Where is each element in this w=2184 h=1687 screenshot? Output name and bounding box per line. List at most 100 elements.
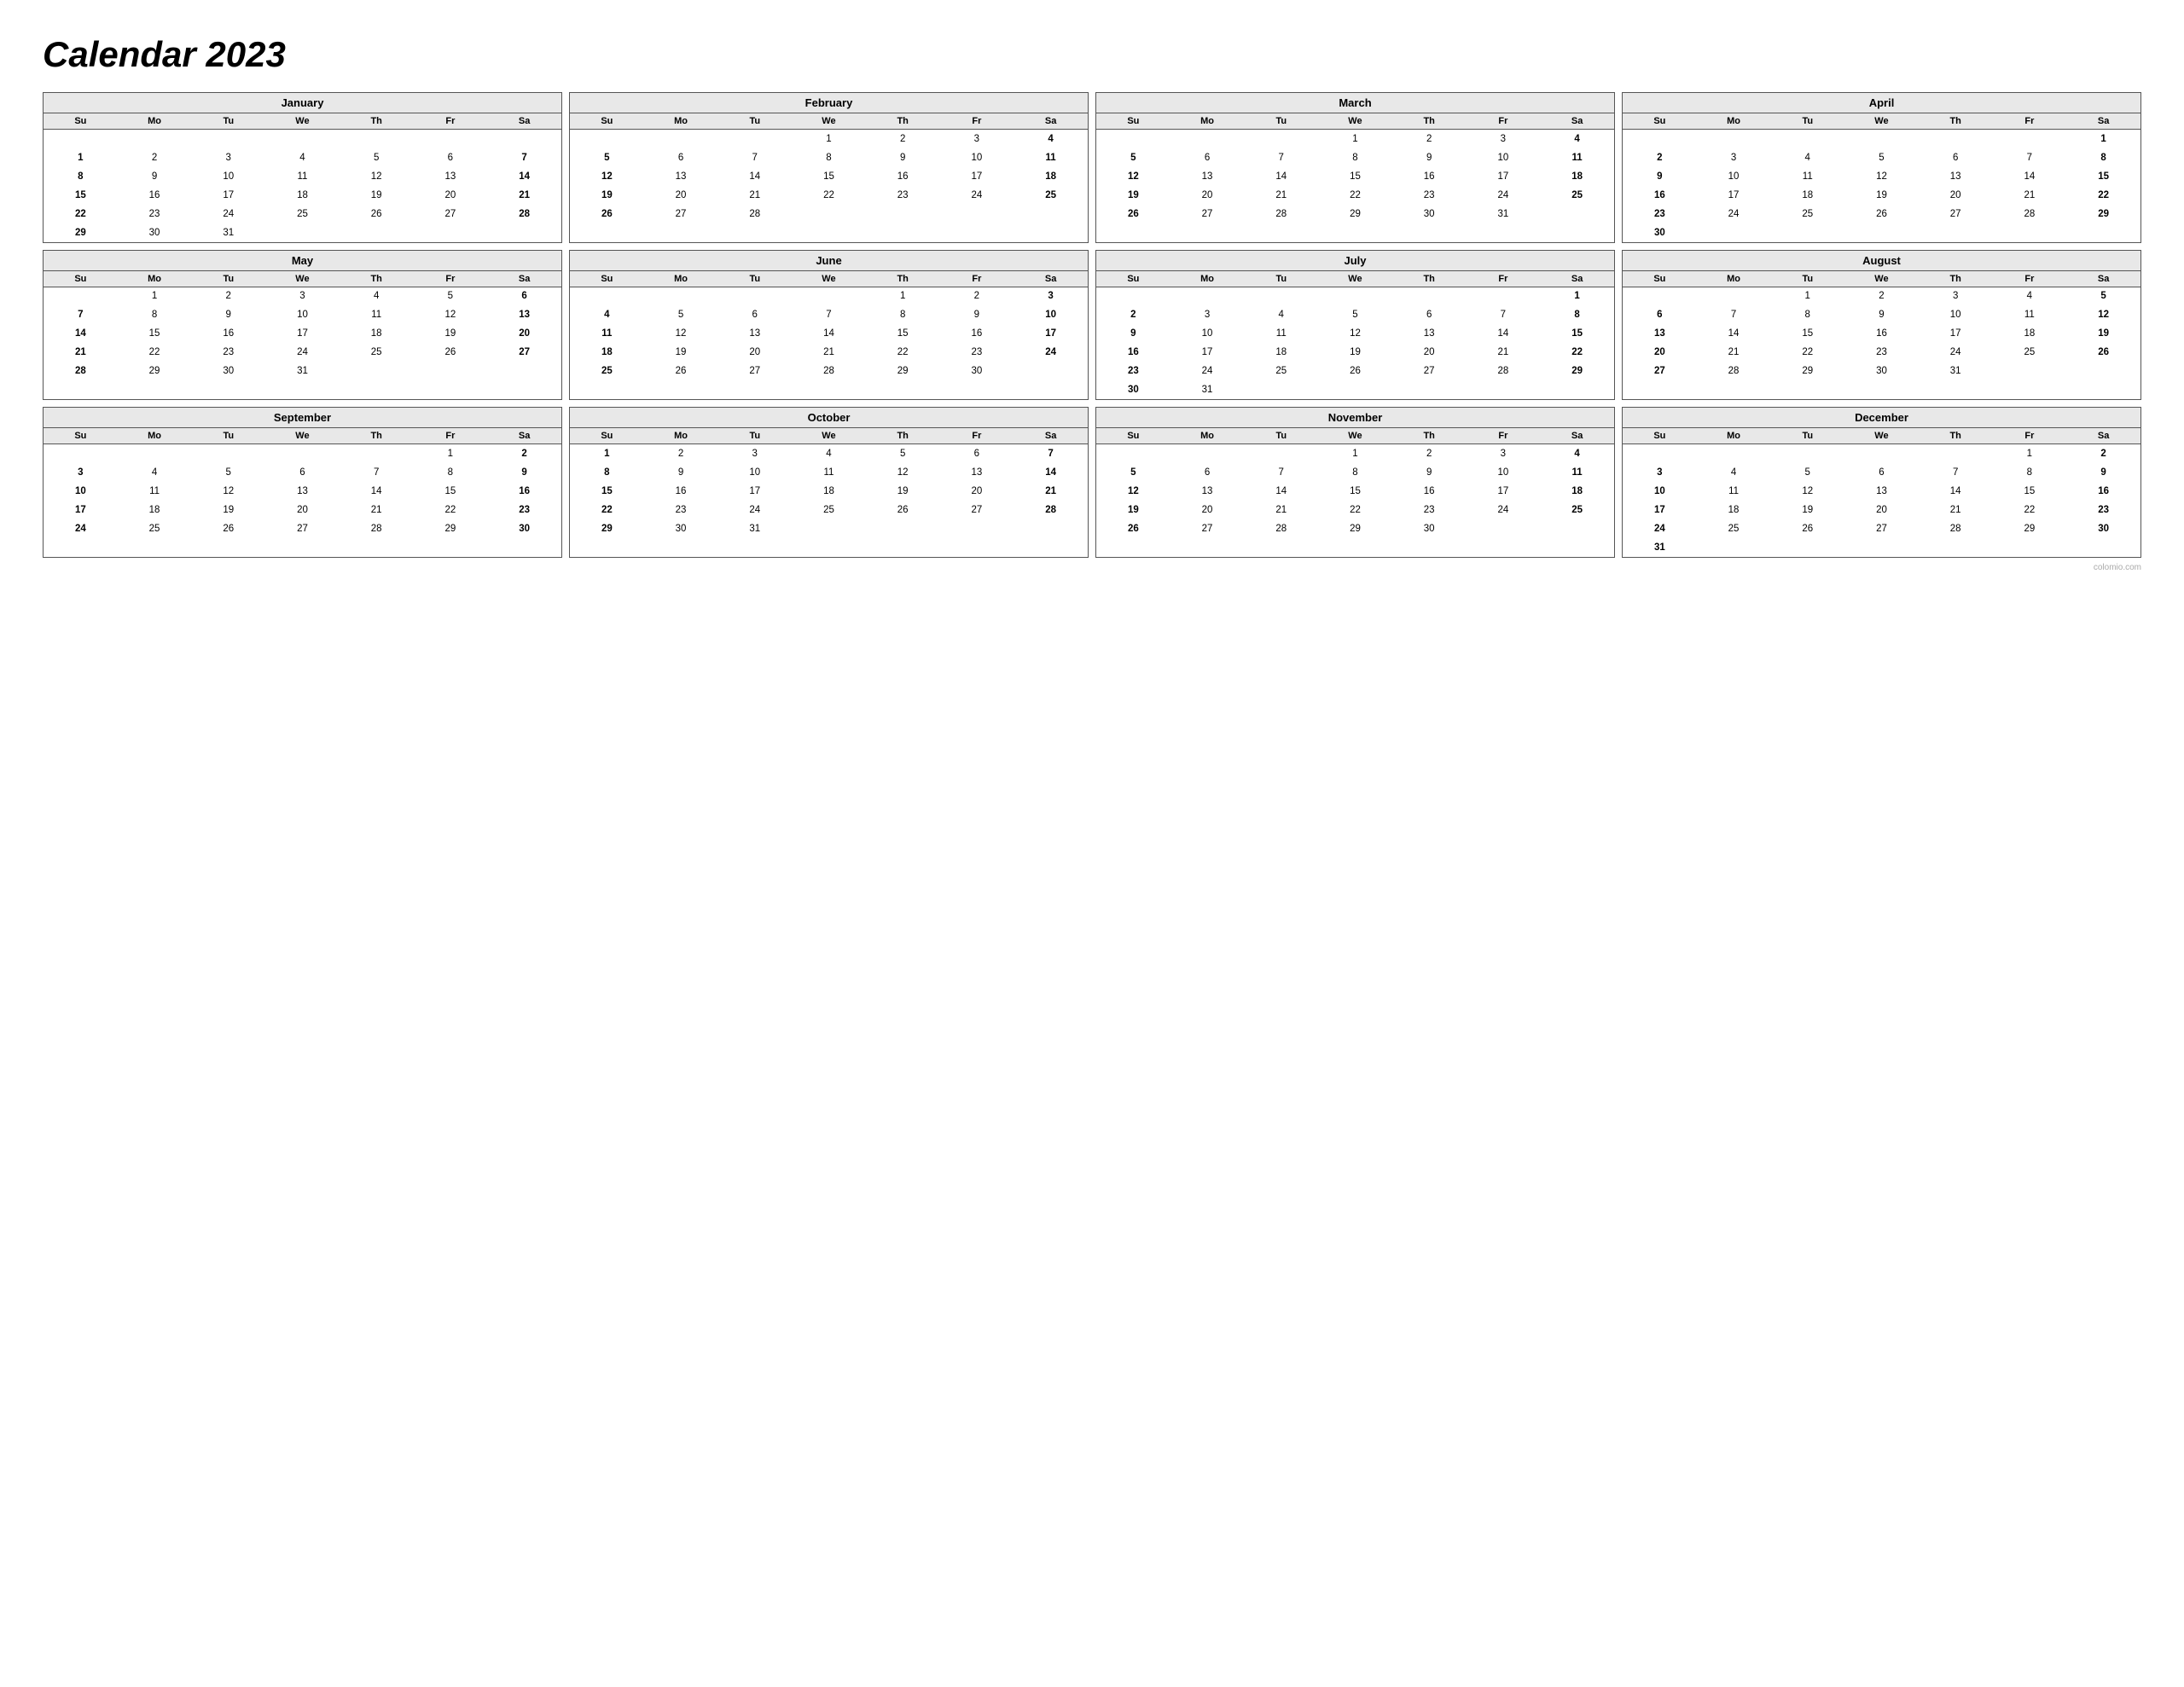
- calendar-day: [414, 130, 488, 148]
- month-block-july: JulySuMoTuWeThFrSa1234567891011121314151…: [1095, 250, 1615, 401]
- day-header-mo: Mo: [1697, 271, 1771, 287]
- month-table: SuMoTuWeThFrSa12345678910111213141516171…: [1623, 428, 2140, 557]
- calendar-day: 29: [2066, 205, 2140, 223]
- calendar-day: [1392, 380, 1467, 399]
- calendar-day: 13: [1170, 167, 1245, 186]
- calendar-day: 24: [1014, 343, 1088, 362]
- calendar-day: [118, 130, 192, 148]
- day-header-we: We: [1318, 271, 1392, 287]
- day-header-sa: Sa: [487, 271, 561, 287]
- calendar-day: 4: [118, 463, 192, 482]
- calendar-day: 15: [2066, 167, 2140, 186]
- day-header-mo: Mo: [118, 428, 192, 444]
- calendar-day: 31: [265, 362, 340, 380]
- calendar-day: 12: [2066, 305, 2140, 324]
- day-header-we: We: [265, 113, 340, 130]
- calendar-day: 17: [1919, 324, 1993, 343]
- calendar-day: [2066, 362, 2140, 380]
- calendar-day: 2: [644, 444, 718, 463]
- calendar-day: 20: [1170, 186, 1245, 205]
- calendar-day: 20: [940, 482, 1014, 501]
- calendar-day: 31: [191, 223, 265, 242]
- calendar-day: [2066, 223, 2140, 242]
- calendar-day: 23: [2066, 501, 2140, 519]
- calendar-day: 8: [1318, 148, 1392, 167]
- calendar-day: 14: [1993, 167, 2067, 186]
- calendar-day: 14: [792, 324, 866, 343]
- day-header-fr: Fr: [1467, 428, 1541, 444]
- calendar-day: 12: [570, 167, 644, 186]
- month-block-april: AprilSuMoTuWeThFrSa123456789101112131415…: [1622, 92, 2141, 243]
- calendar-day: 5: [2066, 287, 2140, 305]
- calendar-day: 4: [1540, 444, 1614, 463]
- day-header-we: We: [1318, 113, 1392, 130]
- calendar-day: [1014, 205, 1088, 223]
- calendar-day: [1844, 538, 1919, 557]
- calendar-day: 14: [340, 482, 414, 501]
- month-block-november: NovemberSuMoTuWeThFrSa123456789101112131…: [1095, 407, 1615, 558]
- calendar-day: 21: [1244, 186, 1318, 205]
- calendar-day: 7: [44, 305, 118, 324]
- calendar-day: 27: [644, 205, 718, 223]
- day-header-mo: Mo: [1170, 428, 1245, 444]
- month-title: February: [570, 93, 1088, 113]
- calendar-day: 6: [414, 148, 488, 167]
- calendar-day: 2: [487, 444, 561, 463]
- calendar-day: 12: [1096, 167, 1170, 186]
- calendar-day: [340, 223, 414, 242]
- calendar-day: 5: [414, 287, 488, 305]
- calendar-day: [1244, 287, 1318, 305]
- calendar-day: 22: [1540, 343, 1614, 362]
- calendar-day: 9: [487, 463, 561, 482]
- month-table: SuMoTuWeThFrSa12345678910111213141516171…: [44, 113, 561, 242]
- calendar-day: 22: [866, 343, 940, 362]
- calendar-day: 26: [1770, 519, 1844, 538]
- calendar-day: 14: [1244, 482, 1318, 501]
- calendar-day: 28: [1244, 205, 1318, 223]
- calendar-day: 15: [1993, 482, 2067, 501]
- calendar-day: 10: [1467, 463, 1541, 482]
- calendar-day: 3: [1170, 305, 1245, 324]
- calendar-day: 5: [644, 305, 718, 324]
- calendar-day: [1014, 362, 1088, 380]
- calendar-day: 1: [118, 287, 192, 305]
- calendar-day: [866, 205, 940, 223]
- calendar-day: 22: [792, 186, 866, 205]
- calendar-day: 24: [265, 343, 340, 362]
- calendar-day: 21: [340, 501, 414, 519]
- calendar-day: 21: [1919, 501, 1993, 519]
- calendar-day: 16: [487, 482, 561, 501]
- calendar-day: [1919, 444, 1993, 463]
- calendar-day: 7: [487, 148, 561, 167]
- day-header-su: Su: [44, 428, 118, 444]
- calendar-day: 23: [1623, 205, 1697, 223]
- calendar-day: 19: [414, 324, 488, 343]
- calendar-day: [487, 362, 561, 380]
- calendar-day: [1919, 130, 1993, 148]
- month-table: SuMoTuWeThFrSa12345678910111213141516171…: [1623, 271, 2140, 381]
- day-header-mo: Mo: [644, 271, 718, 287]
- calendar-day: 2: [940, 287, 1014, 305]
- calendar-day: 2: [191, 287, 265, 305]
- calendar-day: 25: [1014, 186, 1088, 205]
- month-title: September: [44, 408, 561, 428]
- day-header-we: We: [792, 271, 866, 287]
- month-title: April: [1623, 93, 2140, 113]
- calendar-day: [1770, 130, 1844, 148]
- calendar-day: 12: [644, 324, 718, 343]
- calendar-day: 13: [1170, 482, 1245, 501]
- day-header-su: Su: [1096, 113, 1170, 130]
- calendar-day: 9: [191, 305, 265, 324]
- day-header-mo: Mo: [644, 428, 718, 444]
- day-header-fr: Fr: [1467, 271, 1541, 287]
- calendar-day: 3: [265, 287, 340, 305]
- day-header-fr: Fr: [414, 113, 488, 130]
- calendar-day: 18: [1770, 186, 1844, 205]
- calendar-day: 26: [1844, 205, 1919, 223]
- month-block-august: AugustSuMoTuWeThFrSa12345678910111213141…: [1622, 250, 2141, 401]
- calendar-day: 2: [1623, 148, 1697, 167]
- calendar-day: 15: [414, 482, 488, 501]
- calendar-day: 17: [1014, 324, 1088, 343]
- calendar-day: [1993, 223, 2067, 242]
- calendar-day: 23: [644, 501, 718, 519]
